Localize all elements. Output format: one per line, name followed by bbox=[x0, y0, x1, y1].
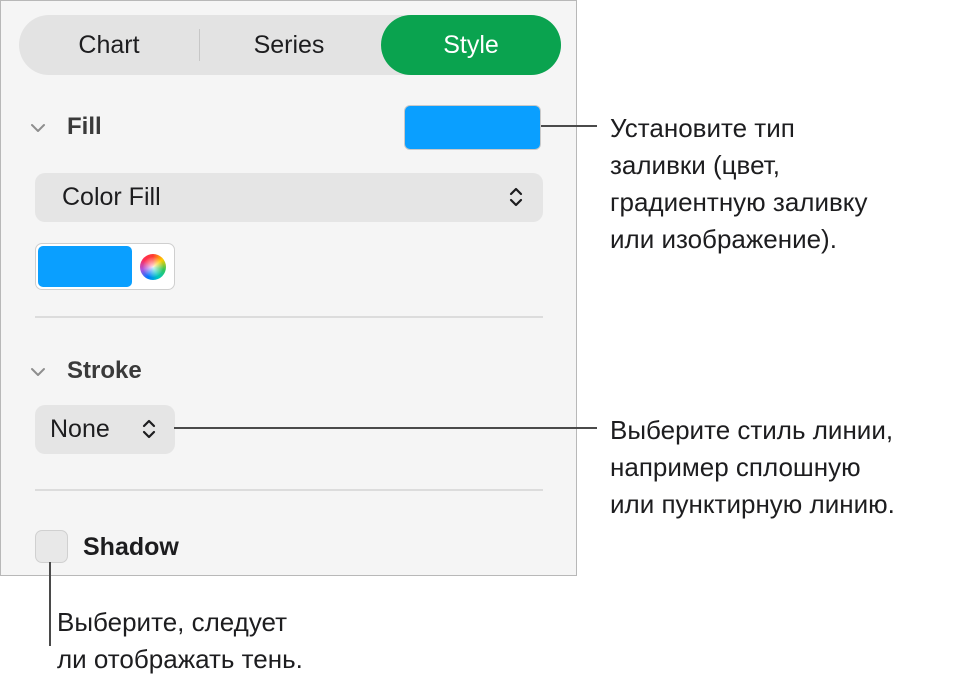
updown-chevron-icon bbox=[142, 419, 156, 439]
section-divider bbox=[35, 316, 543, 318]
section-divider bbox=[35, 489, 543, 491]
callout-line: например сплошную bbox=[610, 452, 861, 482]
callout-line: Установите тип bbox=[610, 113, 795, 143]
fill-type-value: Color Fill bbox=[62, 183, 161, 211]
format-sidebar-panel: Chart Series Style Fill Color Fill Strok… bbox=[0, 0, 577, 576]
fill-disclosure-chevron-icon[interactable] bbox=[29, 119, 47, 137]
stroke-style-value: None bbox=[50, 415, 110, 443]
fill-callout-line bbox=[541, 125, 597, 127]
updown-chevron-icon bbox=[509, 187, 523, 207]
stroke-style-popup[interactable]: None bbox=[35, 405, 175, 454]
color-wheel-icon[interactable] bbox=[140, 254, 166, 280]
callout-line: заливки (цвет, bbox=[610, 150, 780, 180]
callout-line: или изображение). bbox=[610, 224, 837, 254]
callout-line: Выберите стиль линии, bbox=[610, 415, 894, 445]
stroke-callout-line bbox=[174, 427, 597, 429]
shadow-callout-line bbox=[49, 562, 51, 646]
fill-color-swatch[interactable] bbox=[404, 105, 541, 150]
tab-series[interactable]: Series bbox=[199, 15, 379, 75]
tab-chart[interactable]: Chart bbox=[19, 15, 199, 75]
callout-line: ли отображать тень. bbox=[57, 644, 303, 674]
shadow-checkbox[interactable] bbox=[35, 530, 68, 563]
callout-line: Выберите, следует bbox=[57, 607, 288, 637]
fill-callout-text: Установите тип заливки (цвет, градиентну… bbox=[610, 110, 867, 258]
callout-line: или пунктирную линию. bbox=[610, 489, 895, 519]
inspector-tab-bar: Chart Series Style bbox=[19, 15, 561, 75]
fill-type-popup[interactable]: Color Fill bbox=[35, 173, 543, 222]
stroke-heading: Stroke bbox=[67, 357, 142, 384]
shadow-label: Shadow bbox=[83, 533, 179, 561]
stroke-callout-text: Выберите стиль линии, например сплошную … bbox=[610, 412, 895, 523]
fill-heading: Fill bbox=[67, 113, 102, 140]
stroke-disclosure-chevron-icon[interactable] bbox=[29, 363, 47, 381]
fill-color-well-swatch bbox=[38, 246, 132, 287]
tab-style[interactable]: Style bbox=[381, 15, 561, 75]
callout-line: градиентную заливку bbox=[610, 187, 868, 217]
shadow-callout-text: Выберите, следует ли отображать тень. bbox=[57, 604, 303, 678]
fill-color-well[interactable] bbox=[35, 243, 175, 290]
